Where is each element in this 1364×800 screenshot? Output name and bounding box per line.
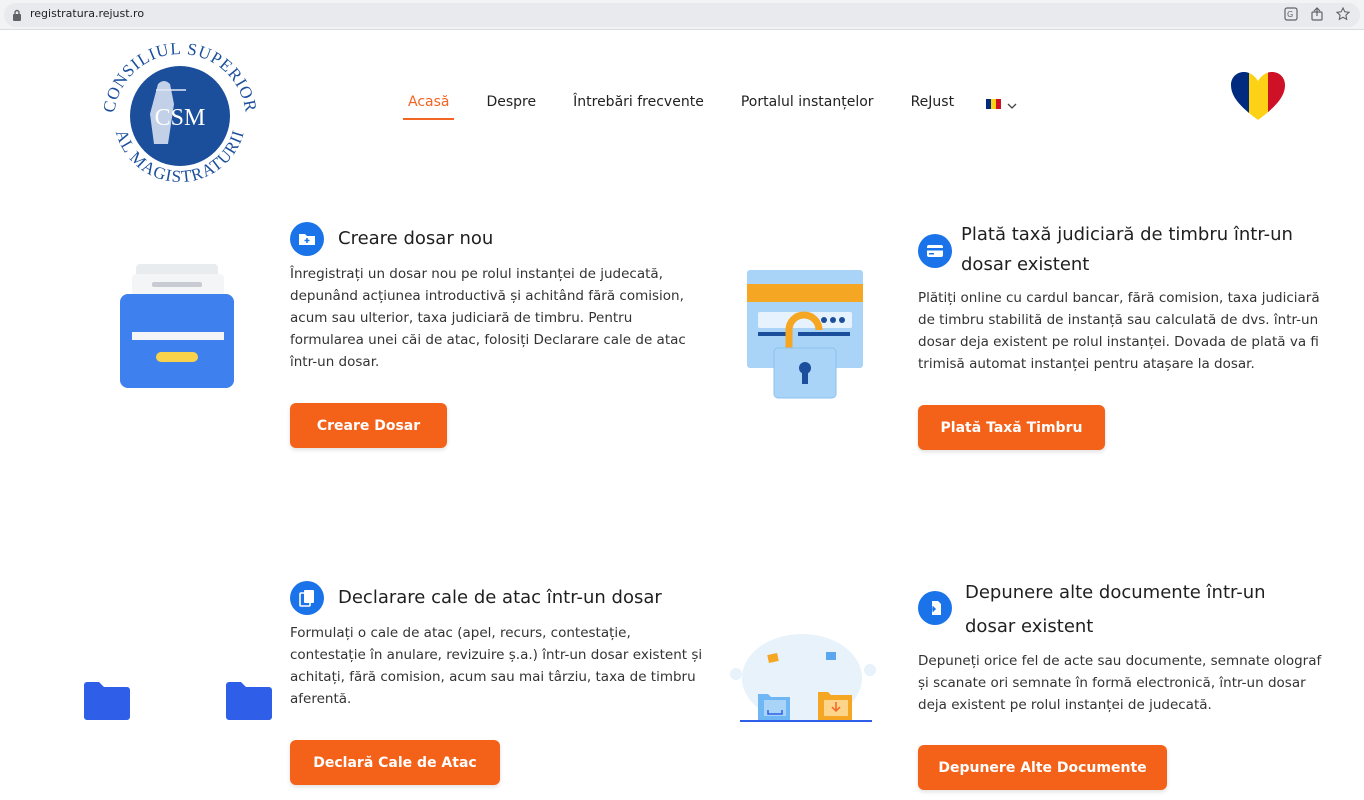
file-upload-icon [918,591,952,625]
folder-icon [84,682,130,725]
translate-icon[interactable]: G [1284,7,1298,21]
create-card-description: Înregistrați un dosar nou pe rolul insta… [290,266,686,370]
romania-flag-icon [986,96,1002,114]
chevron-down-icon [1007,96,1017,114]
document-upload-illustration [728,628,878,733]
nav-item-acasa[interactable]: Acasă [403,92,455,120]
create-dosar-button[interactable]: Creare Dosar [290,403,447,448]
url-pill[interactable] [4,3,1360,27]
bookmark-star-icon[interactable] [1336,7,1350,21]
folder-icon [226,682,272,725]
plata-taxa-timbru-button[interactable]: Plată Taxă Timbru [918,405,1105,450]
browser-address-bar: registratura.rejust.ro G [0,0,1364,30]
csm-logo[interactable]: CONSILIUL SUPERIOR AL MAGISTRATURII CSM [99,39,260,192]
copy-documents-icon [290,581,324,615]
payment-card-icon [918,234,952,268]
nav-item-intrebari-frecvente[interactable]: Întrebări frecvente [568,92,709,118]
declara-cale-de-atac-button[interactable]: Declară Cale de Atac [290,740,500,785]
logo-initials: CSM [155,105,206,131]
browser-actions: G [1284,7,1350,21]
depunere-alte-documente-button[interactable]: Depunere Alte Documente [918,745,1167,790]
lock-icon [12,8,22,26]
documents-card-title: Depunere alte documente într-un dosar ex… [965,582,1266,637]
fee-card-title: Plată taxă judiciară de timbru într-un d… [961,224,1293,275]
main-nav: Acasă Despre Întrebări frecvente Portalu… [403,92,1017,122]
language-selector[interactable] [986,92,1017,114]
url-text[interactable]: registratura.rejust.ro [30,7,144,20]
romania-heart-icon [1229,70,1287,122]
nav-item-rejust[interactable]: ReJust [906,92,960,118]
nav-item-despre[interactable]: Despre [481,92,541,118]
nav-item-portalul-instantelor[interactable]: Portalul instanțelor [736,92,879,118]
file-cabinet-illustration [116,262,240,397]
card-payment-illustration [744,268,866,407]
documents-card-description: Depuneți orice fel de acte sau documente… [918,653,1322,713]
appeal-card-description: Formulați o cale de atac (apel, recurs, … [290,625,703,707]
share-icon[interactable] [1310,7,1324,21]
fee-card-description: Plătiți online cu cardul bancar, fără co… [918,290,1320,372]
add-folder-icon [290,222,324,256]
appeal-card-title: Declarare cale de atac într-un dosar [338,587,662,608]
svg-text:G: G [1287,10,1293,19]
create-card-title: Creare dosar nou [338,228,494,249]
